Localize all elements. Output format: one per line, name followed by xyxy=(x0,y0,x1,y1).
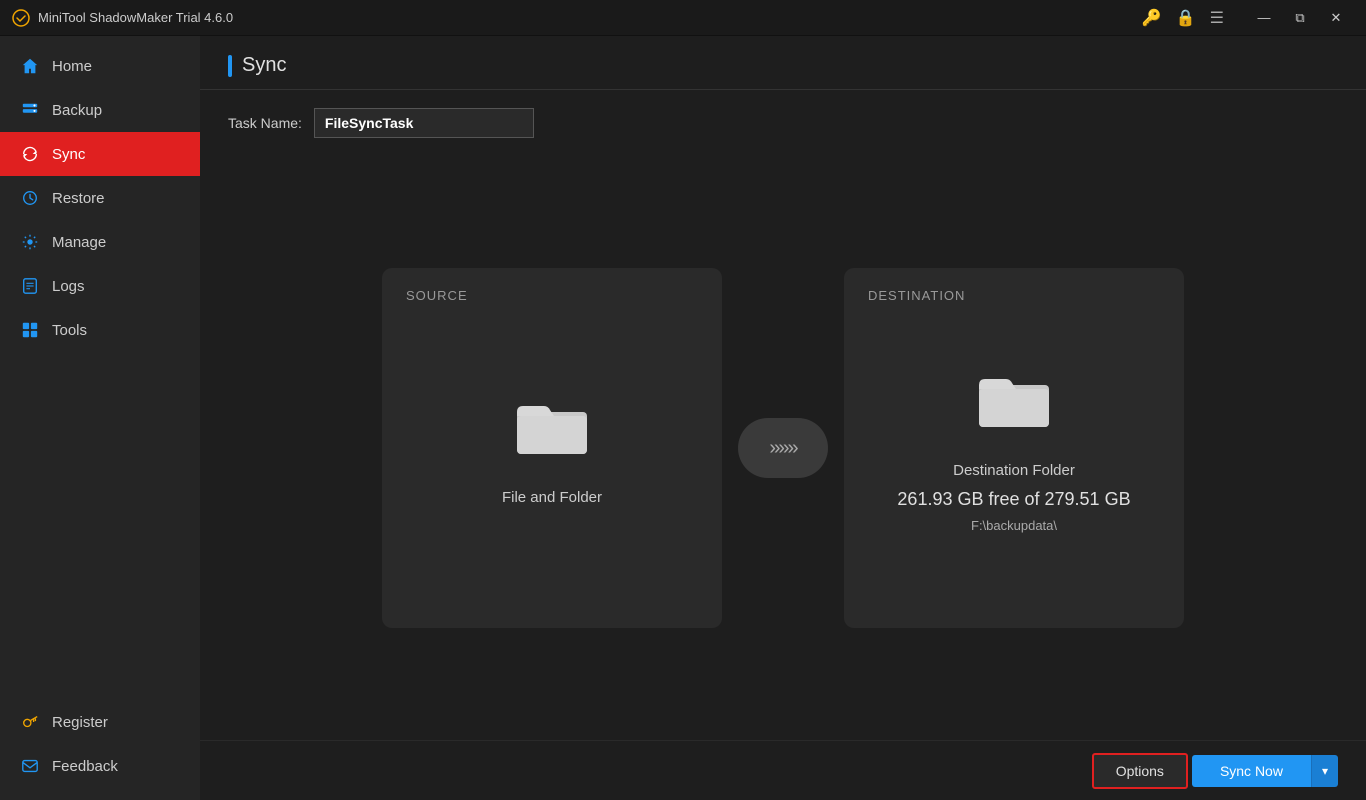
sidebar-item-tools[interactable]: Tools xyxy=(0,308,200,352)
sidebar-item-feedback[interactable]: Feedback xyxy=(0,744,200,788)
minimize-button[interactable]: — xyxy=(1246,4,1282,32)
bottom-bar: Options Sync Now ▾ xyxy=(200,740,1366,800)
menu-icon[interactable]: ☰ xyxy=(1210,8,1224,28)
page-header-bar xyxy=(228,55,232,77)
manage-icon xyxy=(20,232,40,252)
source-card-title: File and Folder xyxy=(502,489,602,506)
sync-now-button[interactable]: Sync Now xyxy=(1192,755,1311,787)
restore-button[interactable]: ⧉ xyxy=(1282,4,1318,32)
register-key-icon xyxy=(20,712,40,732)
sidebar-label-manage: Manage xyxy=(52,234,106,251)
sidebar-label-backup: Backup xyxy=(52,102,102,119)
title-bar-left: MiniTool ShadowMaker Trial 4.6.0 xyxy=(12,9,233,27)
page-header: Sync xyxy=(200,36,1366,90)
sidebar-item-home[interactable]: Home xyxy=(0,44,200,88)
feedback-mail-icon xyxy=(20,756,40,776)
window-controls: — ⧉ ✕ xyxy=(1246,4,1354,32)
destination-card-title: Destination Folder xyxy=(953,462,1075,479)
options-button[interactable]: Options xyxy=(1092,753,1188,789)
destination-label: DESTINATION xyxy=(868,288,965,303)
arrow-icon: »»» xyxy=(769,437,796,460)
sidebar-item-manage[interactable]: Manage xyxy=(0,220,200,264)
source-label: SOURCE xyxy=(406,288,468,303)
source-card[interactable]: SOURCE File and Folder xyxy=(382,268,722,628)
source-folder-icon xyxy=(512,390,592,465)
sidebar-item-register[interactable]: Register xyxy=(0,700,200,744)
sync-icon xyxy=(20,144,40,164)
sidebar-label-home: Home xyxy=(52,58,92,75)
sidebar-spacer xyxy=(0,352,200,700)
app-logo-icon xyxy=(12,9,30,27)
destination-folder-icon xyxy=(974,363,1054,438)
sync-now-dropdown-button[interactable]: ▾ xyxy=(1311,755,1338,787)
sync-area: SOURCE File and Folder »»» xyxy=(200,156,1366,740)
sidebar-item-restore[interactable]: Restore xyxy=(0,176,200,220)
sidebar-label-logs: Logs xyxy=(52,278,85,295)
sidebar-item-backup[interactable]: Backup xyxy=(0,88,200,132)
sidebar-item-logs[interactable]: Logs xyxy=(0,264,200,308)
title-bar-controls: 🔑 🔒 ☰ — ⧉ ✕ xyxy=(1142,4,1354,32)
logs-icon xyxy=(20,276,40,296)
home-icon xyxy=(20,56,40,76)
content-area: Sync Task Name: SOURCE xyxy=(200,36,1366,800)
destination-card[interactable]: DESTINATION Destination Folder 261.93 GB… xyxy=(844,268,1184,628)
page-title: Sync xyxy=(242,54,286,77)
destination-path: F:\backupdata\ xyxy=(971,518,1057,533)
backup-icon xyxy=(20,100,40,120)
arrow-connector: »»» xyxy=(738,418,828,478)
sync-now-container: Sync Now ▾ xyxy=(1192,755,1338,787)
main-layout: Home Backup Sync xyxy=(0,36,1366,800)
close-button[interactable]: ✕ xyxy=(1318,4,1354,32)
restore-icon xyxy=(20,188,40,208)
sidebar-bottom: Register Feedback xyxy=(0,700,200,800)
app-title: MiniTool ShadowMaker Trial 4.6.0 xyxy=(38,10,233,25)
sidebar-label-restore: Restore xyxy=(52,190,105,207)
tools-icon xyxy=(20,320,40,340)
title-bar: MiniTool ShadowMaker Trial 4.6.0 🔑 🔒 ☰ —… xyxy=(0,0,1366,36)
task-name-input[interactable] xyxy=(314,108,534,138)
key-icon[interactable]: 🔑 xyxy=(1142,8,1162,28)
sidebar-label-sync: Sync xyxy=(52,146,85,163)
task-name-row: Task Name: xyxy=(200,90,1366,156)
lock-icon[interactable]: 🔒 xyxy=(1176,8,1196,28)
destination-free-space: 261.93 GB free of 279.51 GB xyxy=(897,489,1130,510)
sidebar-label-tools: Tools xyxy=(52,322,87,339)
task-name-label: Task Name: xyxy=(228,115,302,131)
sidebar-label-feedback: Feedback xyxy=(52,758,118,775)
sidebar-item-sync[interactable]: Sync xyxy=(0,132,200,176)
sidebar: Home Backup Sync xyxy=(0,36,200,800)
sidebar-label-register: Register xyxy=(52,714,108,731)
